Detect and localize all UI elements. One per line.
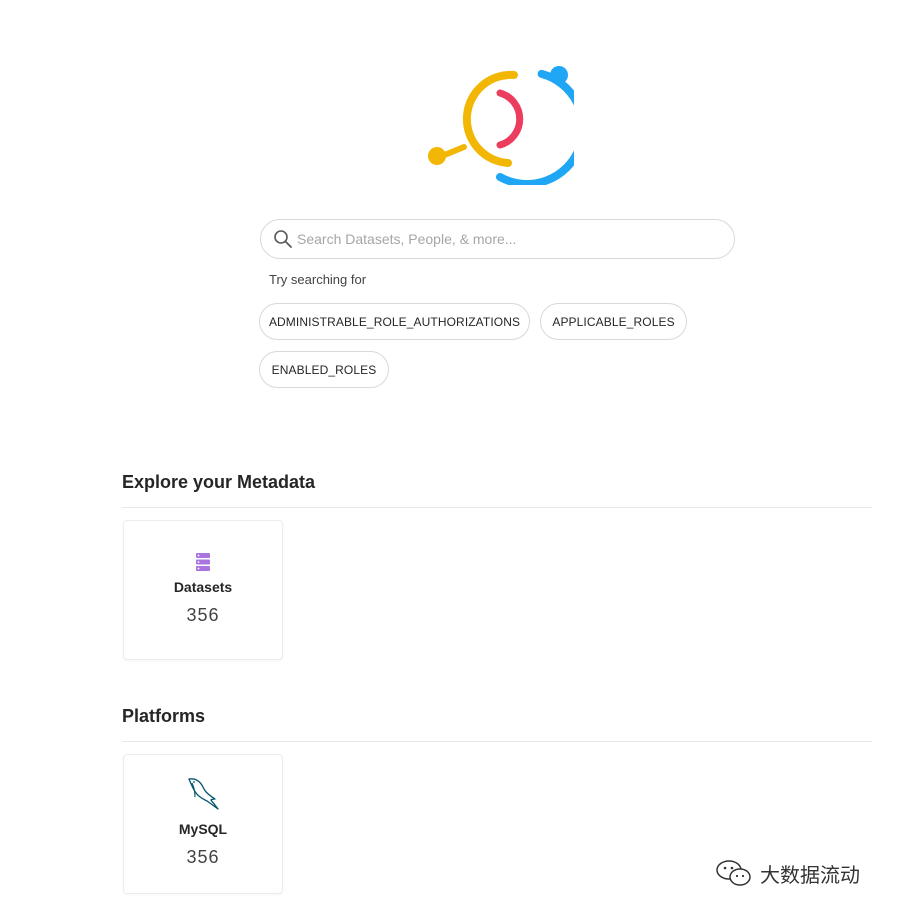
card-count: 356 xyxy=(186,605,220,625)
card-count: 356 xyxy=(186,847,220,867)
watermark-text: 大数据流动 xyxy=(760,862,860,887)
datasets-card[interactable]: Datasets 356 xyxy=(123,520,283,660)
section-divider xyxy=(122,741,872,742)
database-icon xyxy=(195,551,211,573)
search-icon xyxy=(273,229,293,249)
suggestion-chip[interactable]: ADMINISTRABLE_ROLE_AUTHORIZATIONS xyxy=(259,303,530,340)
wechat-watermark: 大数据流动 xyxy=(714,858,860,888)
explore-section-title: Explore your Metadata xyxy=(122,472,316,492)
suggestion-chip[interactable]: ENABLED_ROLES xyxy=(259,351,389,388)
search-input[interactable] xyxy=(297,220,734,258)
wechat-icon xyxy=(716,860,751,886)
search-bar[interactable] xyxy=(260,219,735,259)
platforms-section-title: Platforms xyxy=(122,706,206,726)
section-divider xyxy=(122,507,872,508)
suggestion-chip[interactable]: APPLICABLE_ROLES xyxy=(540,303,687,340)
card-label: Datasets xyxy=(173,579,233,595)
mysql-dolphin-icon xyxy=(185,775,221,811)
datahub-logo xyxy=(428,66,574,185)
mysql-platform-card[interactable]: MySQL 356 xyxy=(123,754,283,894)
try-searching-label: Try searching for xyxy=(269,272,367,287)
card-label: MySQL xyxy=(178,821,228,837)
